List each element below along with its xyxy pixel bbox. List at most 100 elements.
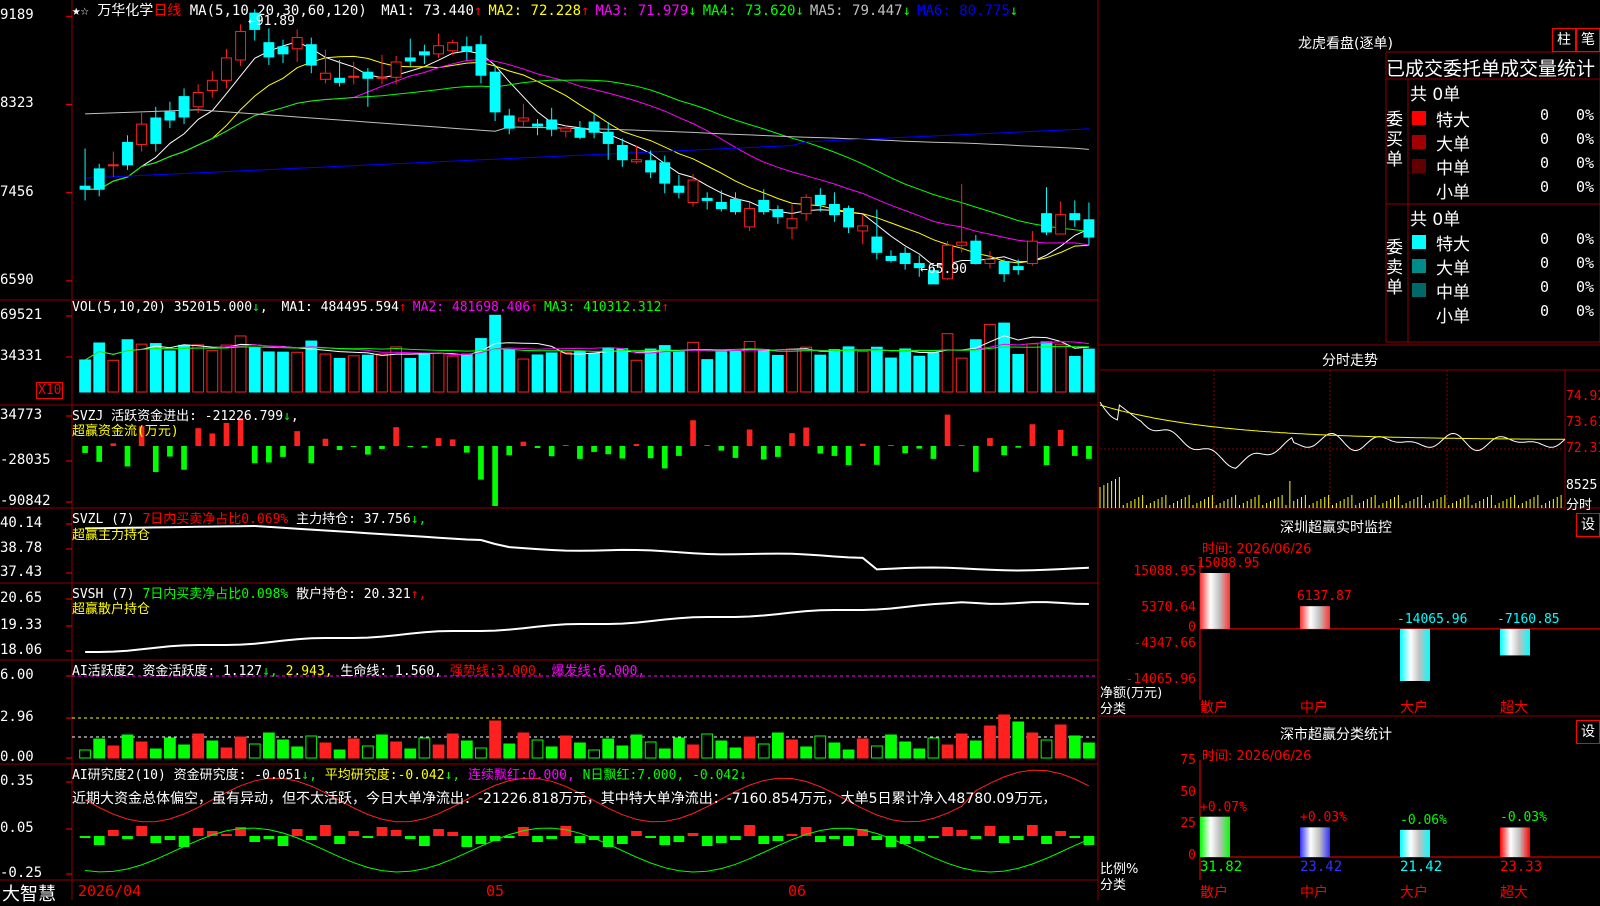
candle-body (418, 51, 430, 56)
svzl-label: 主力持仓: (296, 512, 356, 527)
svzj-bar (803, 427, 809, 446)
sz-category-bar (1500, 827, 1530, 857)
volume-bar (220, 344, 233, 393)
svzj-bar (365, 446, 371, 455)
svzj-bar (294, 431, 300, 446)
sz-category-category: 大户 (1400, 885, 1428, 901)
sz-monitor-y-tick: 15088.95 (1133, 564, 1196, 579)
svzj-bar (760, 446, 767, 460)
candle-body (574, 127, 586, 138)
candle-body (79, 185, 91, 190)
ai-active-bar (955, 733, 968, 759)
ai-research-bar (730, 836, 741, 840)
volume-bar (757, 349, 770, 393)
order-count: 0 (1540, 106, 1550, 124)
ai-research-header: AI研究度2(10) 资金研究度: -0.051↓, 平均研究度:-0.042↓… (72, 764, 747, 783)
order-pct: 0% (1576, 178, 1595, 196)
svsh-y-tick: 18.06 (0, 642, 43, 658)
candle-body (758, 199, 770, 213)
ai-active-bar (786, 739, 798, 759)
volume-bar (1083, 348, 1095, 393)
intraday-y-tick: 72.31 (1566, 441, 1600, 456)
ai-active-bar (941, 744, 954, 759)
order-pct: 0% (1576, 254, 1595, 272)
volume-bar (531, 354, 544, 393)
ai-active-bar (376, 734, 388, 759)
sz-monitor-y-tick: -4347.66 (1133, 636, 1196, 651)
order-size-label: 特大 (1436, 235, 1470, 255)
price-ma-line-120 (85, 128, 1089, 179)
ai-active-bar (517, 732, 530, 759)
sz-category-value-label: 31.82 (1200, 859, 1243, 875)
svzj-bar (449, 439, 456, 446)
sz-category-settings-button[interactable]: 设 (1576, 720, 1600, 744)
candle-body (588, 121, 600, 133)
volume-bar (630, 359, 643, 393)
bar-view-button[interactable]: 柱 (1552, 28, 1576, 52)
volume-bar (446, 355, 459, 393)
ai-active-bar (446, 733, 459, 759)
ai-research-bar (433, 829, 444, 836)
tick-view-button[interactable]: 笔 (1576, 28, 1600, 52)
candle-body (475, 44, 487, 76)
ai-active-bar (687, 744, 699, 759)
lifeline-value: 1.560, (395, 664, 443, 679)
ai-active-y-tick: 2.96 (0, 709, 34, 725)
ai-research-title: AI研究度2(10) (72, 768, 166, 783)
svsh-sub: 超赢散户持仓 (72, 602, 151, 617)
ai-research-bar (814, 836, 826, 842)
volume-ma-list: MA1: 484495.594↑ MA2: 481698.406↑ MA3: 410… (276, 300, 670, 315)
intraday-y-tick: 74.92 (1566, 389, 1600, 404)
candle-body (447, 42, 459, 52)
sz-monitor-category: 超大 (1500, 700, 1528, 716)
price-y-tick: 7456 (0, 183, 34, 200)
order-pct: 0% (1576, 230, 1595, 248)
svzj-bar (619, 446, 626, 459)
ai-active-bar (757, 743, 770, 759)
order-size-label: 中单 (1436, 159, 1470, 179)
svzj-bar (902, 446, 908, 454)
ai-research-bar (390, 830, 402, 836)
order-count: 0 (1540, 154, 1550, 172)
sz-category-cat-label: 分类 (1100, 878, 1127, 893)
ai-research-bar (532, 836, 543, 842)
svzj-bar (577, 446, 583, 459)
order-count: 0 (1540, 178, 1550, 196)
order-size-swatch (1412, 259, 1426, 273)
ma-value: 410312.312 (575, 300, 662, 315)
sz-category-change: -0.06% (1400, 812, 1447, 828)
sz-monitor-y-tick: 5370.64 (1141, 600, 1196, 615)
volume-bar (347, 355, 360, 393)
volume-bar (856, 350, 869, 393)
ai-active-bar (545, 746, 558, 759)
sz-monitor-settings-button[interactable]: 设 (1576, 513, 1600, 537)
intraday-title: 分时走势 (1322, 353, 1378, 369)
svzj-bar (520, 441, 527, 446)
strong-line-value: 3.000, (496, 664, 544, 679)
ai-active-bar (715, 740, 728, 759)
candle-body (1026, 240, 1038, 265)
svzl-y-tick: 38.78 (0, 540, 43, 556)
n-day-red-label: N日飘红: (582, 768, 638, 783)
ai-active-bar (432, 744, 445, 759)
ai-research-bar (320, 825, 331, 836)
ai-active-header: AI活跃度2 资金活跃度: 1.127↓, 2.943, 生命线: 1.560,… (72, 660, 645, 679)
ai-active-bar (489, 720, 501, 759)
svzj-bar (463, 446, 470, 453)
brand-label[interactable]: 大智慧 (2, 880, 56, 906)
svsh-arrow: ↑, (410, 587, 427, 602)
ai-research-bar (447, 832, 459, 836)
ma-arrow: ↑ (398, 300, 407, 315)
volume-bar (460, 353, 473, 393)
ai-active-title: AI活跃度2 (72, 664, 135, 679)
ai-active-y-tick: 6.00 (0, 667, 34, 683)
svzj-bar (195, 428, 202, 446)
order-size-swatch (1412, 283, 1426, 297)
ai-research-bar (574, 836, 586, 843)
svzj-bar (746, 429, 753, 446)
high-marker: ←91.89 (248, 14, 295, 29)
candle-body (136, 123, 148, 145)
ma-label: MA3: (543, 300, 576, 315)
ai-active-bar (291, 746, 304, 759)
ai-active-bar (870, 745, 883, 759)
